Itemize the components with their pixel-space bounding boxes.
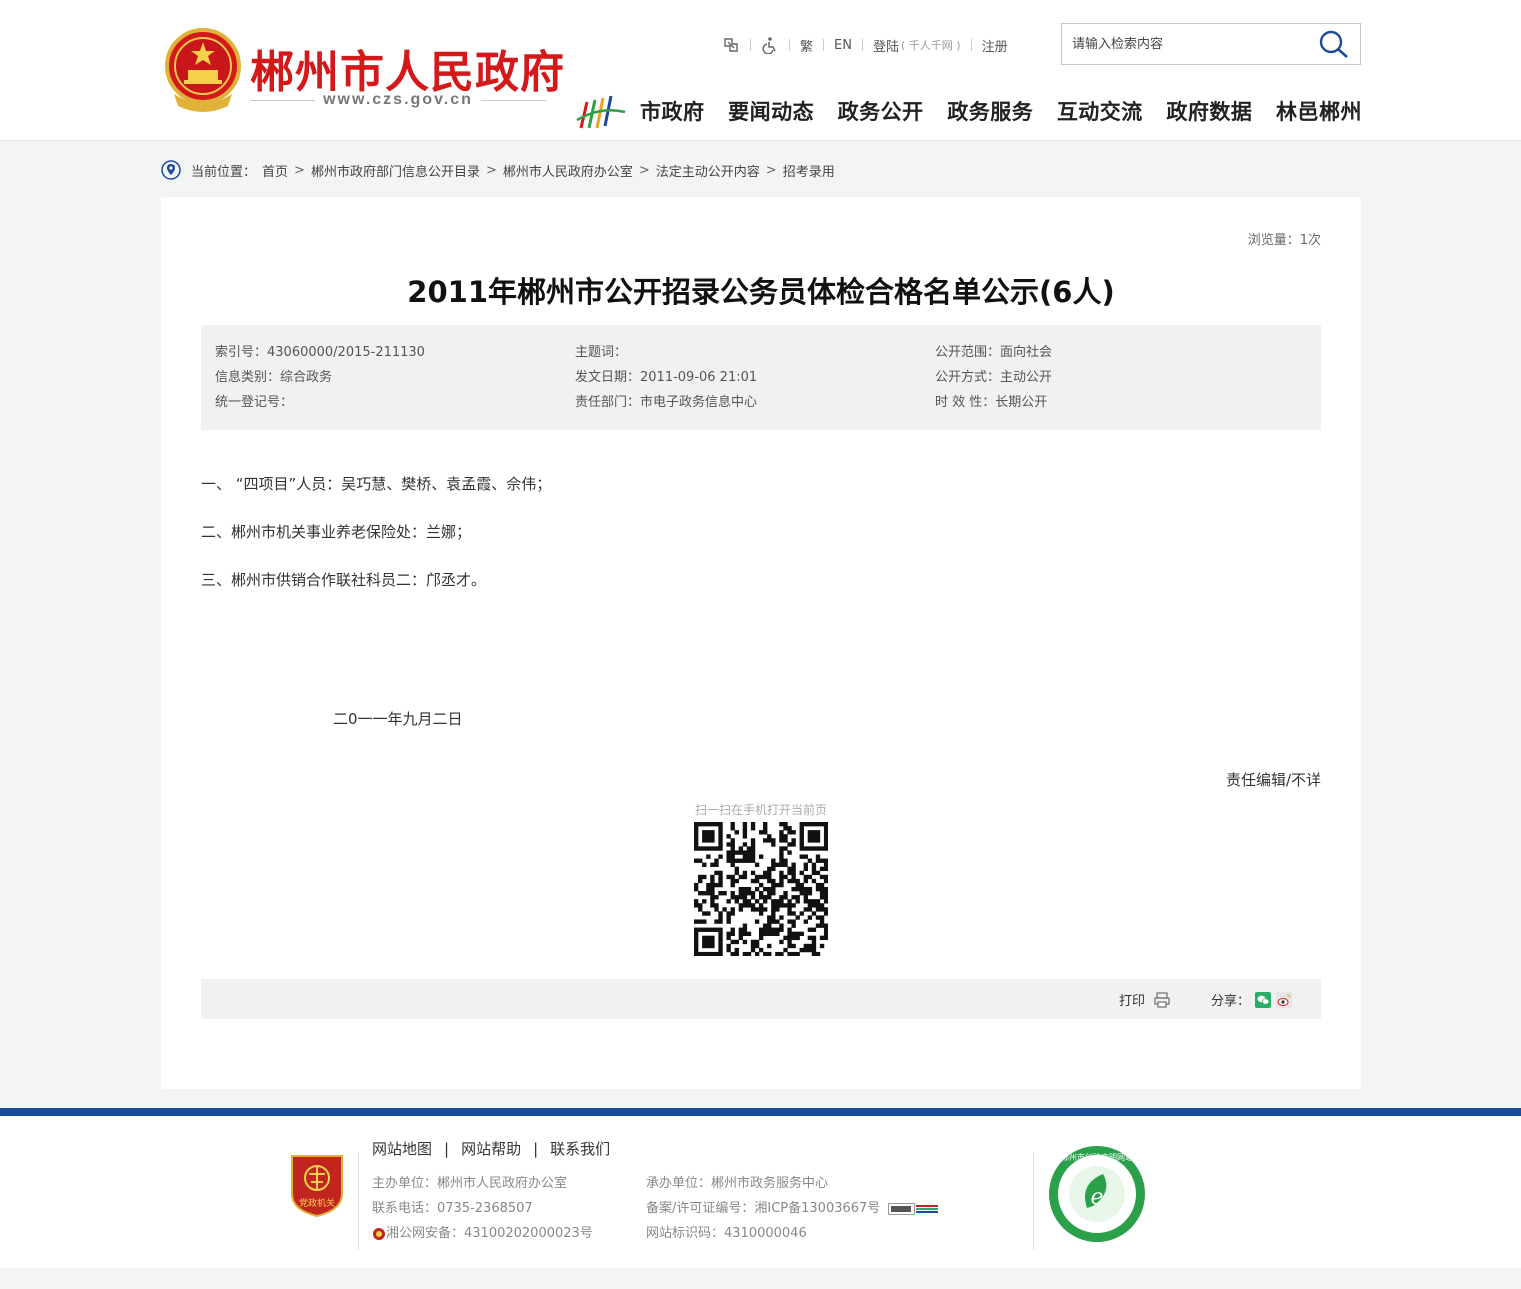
- footer-sponsor: 主办单位：郴州市人民政府办公室: [372, 1175, 568, 1191]
- svg-text:e: e: [1090, 1185, 1103, 1210]
- nav-item-government-affairs-disclosure[interactable]: 政务公开: [838, 96, 924, 126]
- badge-label: 党政机关: [299, 1197, 335, 1209]
- police-badge-icon: [373, 1227, 385, 1240]
- article-panel: 浏览量：1次 2011年郴州市公开招录公务员体检合格名单公示(6人) 索引号：4…: [161, 197, 1361, 1089]
- nav-item-government-services[interactable]: 政务服务: [947, 96, 1033, 126]
- print-button[interactable]: 打印: [1119, 990, 1171, 1009]
- location-pin-icon: [161, 160, 181, 180]
- nav-item-linyi-chenzhou[interactable]: 林邑郴州: [1276, 96, 1362, 126]
- breadcrumb-label: 当前位置：: [191, 164, 257, 180]
- breadcrumb-directory[interactable]: 郴州市政府部门信息公开目录: [311, 161, 480, 180]
- article-paragraph: 一、 “四项目”人员：吴巧慧、樊桥、袁孟霞、佘伟；: [201, 475, 552, 493]
- linyi-logo-icon: [576, 95, 626, 129]
- footer-link-sitemap[interactable]: 网站地图: [372, 1138, 432, 1159]
- nav-item-interaction[interactable]: 互动交流: [1057, 96, 1143, 126]
- breadcrumb-office[interactable]: 郴州市人民政府办公室: [503, 161, 633, 180]
- printer-icon: [1154, 991, 1170, 1008]
- breadcrumb-statutory-content[interactable]: 法定主动公开内容: [656, 161, 760, 180]
- article-toolbar: 打印 分享：: [201, 979, 1321, 1019]
- wechat-icon[interactable]: [1255, 991, 1272, 1008]
- meta-validity: 时 效 性：长期公开: [935, 395, 1048, 410]
- barrier-free-icon[interactable]: [761, 36, 779, 54]
- footer-police-record[interactable]: 湘公网安备：43100202000023号: [372, 1221, 593, 1246]
- footer-info-right: 承办单位：郴州市政务服务中心 备案/许可证编号：湘ICP备13003667号 网…: [646, 1171, 939, 1246]
- meta-column-2: 主题词： 发文日期：2011-09-06 21:01 责任部门：市电子政务信息中…: [575, 342, 757, 417]
- accessibility-mode-icon[interactable]: [722, 36, 740, 54]
- site-url: www.czs.gov.cn: [250, 90, 546, 110]
- party-government-badge-icon[interactable]: 党政机关: [290, 1152, 344, 1218]
- traditional-chinese-link[interactable]: 繁: [800, 36, 813, 55]
- footer-link-help[interactable]: 网站帮助: [461, 1138, 521, 1159]
- article-body: 一、 “四项目”人员：吴巧慧、樊桥、袁孟霞、佘伟； 二、郴州市机关事业养老保险处…: [201, 473, 1321, 617]
- meta-disclosure-scope: 公开范围：面向社会: [935, 345, 1053, 360]
- footer-link-contact[interactable]: 联系我们: [550, 1138, 610, 1159]
- meta-responsible-department: 责任部门：市电子政务信息中心: [575, 395, 758, 410]
- footer-icp-record[interactable]: 备案/许可证编号：湘ICP备13003667号: [646, 1196, 939, 1221]
- search-icon[interactable]: [1318, 29, 1350, 59]
- breadcrumb-home[interactable]: 首页: [262, 161, 288, 180]
- qr-code: [694, 822, 828, 956]
- breadcrumb: 当前位置： 首页 > 郴州市政府部门信息公开目录 > 郴州市人民政府办公室 > …: [161, 158, 835, 182]
- footer-police-record-text: 湘公网安备：43100202000023号: [386, 1225, 593, 1241]
- share-bar: 分享：: [1211, 990, 1293, 1009]
- footer-operator: 承办单位：郴州市政务服务中心: [646, 1175, 829, 1191]
- civ-badge-label: 郴州市创建文明网站: [1061, 1152, 1133, 1162]
- article-date: 二0一一年九月二日: [333, 710, 463, 728]
- meta-column-3: 公开范围：面向社会 公开方式：主动公开 时 效 性：长期公开: [935, 342, 1052, 417]
- login-note: ( 千人千网 ): [900, 39, 961, 52]
- meta-index-number: 索引号：43060000/2015-211130: [215, 345, 425, 360]
- civilized-website-badge-icon[interactable]: e 郴州市创建文明网站: [1047, 1144, 1147, 1244]
- meta-keywords: 主题词：: [575, 345, 628, 360]
- icp-badge-icon: [888, 1202, 939, 1215]
- footer-links: 网站地图 | 网站帮助 | 联系我们: [372, 1138, 611, 1159]
- page-title: 2011年郴州市公开招录公务员体检合格名单公示(6人): [407, 275, 1115, 309]
- nav-item-government-data[interactable]: 政府数据: [1166, 96, 1252, 126]
- english-link[interactable]: EN: [834, 38, 852, 53]
- meta-info-category: 信息类别：综合政务: [215, 370, 333, 385]
- search-input[interactable]: [1062, 24, 1312, 64]
- site-url-text: www.czs.gov.cn: [323, 91, 473, 108]
- share-label: 分享：: [1211, 994, 1251, 1009]
- footer-phone: 联系电话：0735-2368507: [372, 1200, 533, 1216]
- responsible-editor: 责任编辑/不详: [1225, 771, 1321, 789]
- footer-divider: [0, 1108, 1521, 1116]
- meta-registration-number: 统一登记号：: [215, 395, 294, 410]
- footer-icp-record-text: 备案/许可证编号：湘ICP备13003667号: [646, 1200, 881, 1216]
- site-footer: 党政机关 网站地图 | 网站帮助 | 联系我们 主办单位：郴州市人民政府办公室 …: [0, 1116, 1521, 1268]
- meta-column-1: 索引号：43060000/2015-211130 信息类别：综合政务 统一登记号…: [215, 342, 425, 417]
- search-box: [1061, 23, 1361, 65]
- view-count: 浏览量：1次: [1247, 233, 1321, 248]
- article-paragraph: 三、郴州市供销合作联社科员二：邝丞才。: [201, 571, 487, 589]
- print-label: 打印: [1119, 994, 1146, 1009]
- login-link[interactable]: 登陆: [873, 36, 899, 55]
- main-nav: 市政府 要闻动态 政务公开 政务服务 互动交流 政府数据 林邑郴州: [640, 96, 1362, 126]
- meta-disclosure-method: 公开方式：主动公开: [935, 370, 1053, 385]
- register-link[interactable]: 注册: [982, 36, 1008, 55]
- nav-item-city-government[interactable]: 市政府: [640, 96, 705, 126]
- bottom-strip: [0, 1268, 1521, 1289]
- national-emblem-icon: [165, 28, 241, 112]
- site-header: 郴州市人民政府 www.czs.gov.cn 繁 EN 登陆 ( 千人千网 ) …: [0, 0, 1521, 141]
- breadcrumb-recruitment[interactable]: 招考录用: [783, 161, 835, 180]
- article-metadata: 索引号：43060000/2015-211130 信息类别：综合政务 统一登记号…: [201, 325, 1321, 430]
- qr-caption: 扫一扫在手机打开当前页: [694, 803, 827, 817]
- footer-info-left: 主办单位：郴州市人民政府办公室 联系电话：0735-2368507 湘公网安备：…: [372, 1171, 593, 1246]
- weibo-icon[interactable]: [1276, 991, 1293, 1008]
- nav-item-news[interactable]: 要闻动态: [728, 96, 814, 126]
- top-links: 繁 EN 登陆 ( 千人千网 ) 注册: [722, 34, 1008, 56]
- meta-publish-date: 发文日期：2011-09-06 21:01: [575, 370, 758, 385]
- footer-site-id: 网站标识码：4310000046: [646, 1225, 807, 1241]
- article-paragraph: 二、郴州市机关事业养老保险处：兰娜；: [201, 523, 472, 541]
